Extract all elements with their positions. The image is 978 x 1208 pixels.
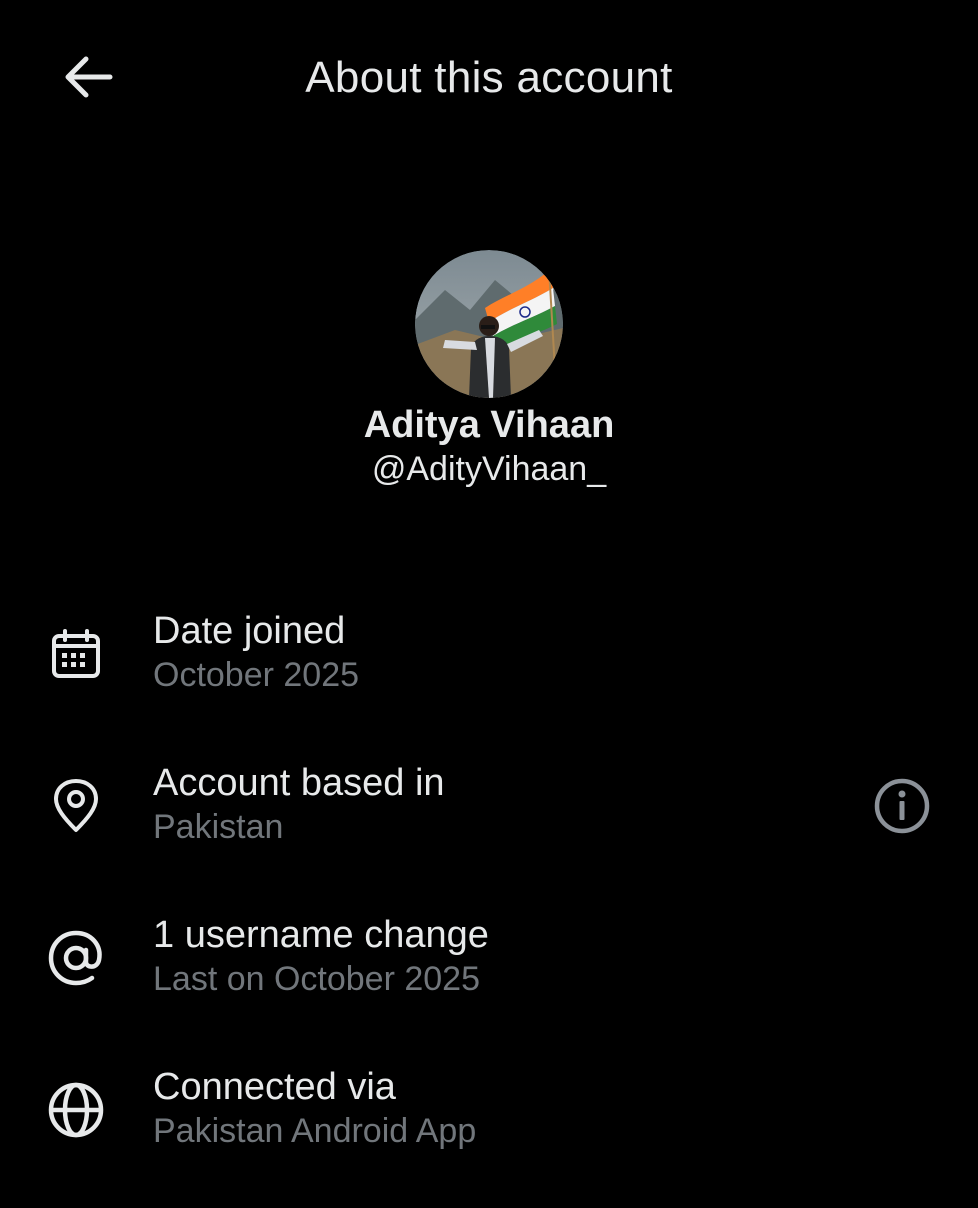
info-title: Date joined [153,610,346,652]
account-location-info-button[interactable] [868,772,936,840]
calendar-icon [46,624,106,684]
page-title: About this account [305,53,673,102]
info-row-date-joined: Date joined October 2025 [0,600,978,752]
account-info-list: Date joined October 2025 Account based i… [0,600,978,1208]
at-sign-icon [46,928,106,988]
info-icon [874,778,930,834]
info-title: 1 username change [153,914,489,956]
profile-summary: Aditya Vihaan @AdityVihaan_ [0,250,978,490]
info-title: Account based in [153,762,445,804]
info-title: Connected via [153,1066,396,1108]
globe-icon [46,1080,106,1140]
info-value: Pakistan Android App [153,1112,477,1150]
info-value: October 2025 [153,656,360,694]
location-pin-icon [46,776,106,836]
info-value: Last on October 2025 [153,960,481,998]
avatar[interactable] [415,250,563,398]
username-handle: @AdityVihaan_ [371,450,607,488]
top-bar: About this account [0,0,978,156]
info-row-connected-via: Connected via Pakistan Android App [0,1056,978,1208]
info-row-account-based-in: Account based in Pakistan [0,752,978,904]
info-value: Pakistan [153,808,284,846]
info-row-username-changes: 1 username change Last on October 2025 [0,904,978,1056]
display-name: Aditya Vihaan [363,404,615,446]
